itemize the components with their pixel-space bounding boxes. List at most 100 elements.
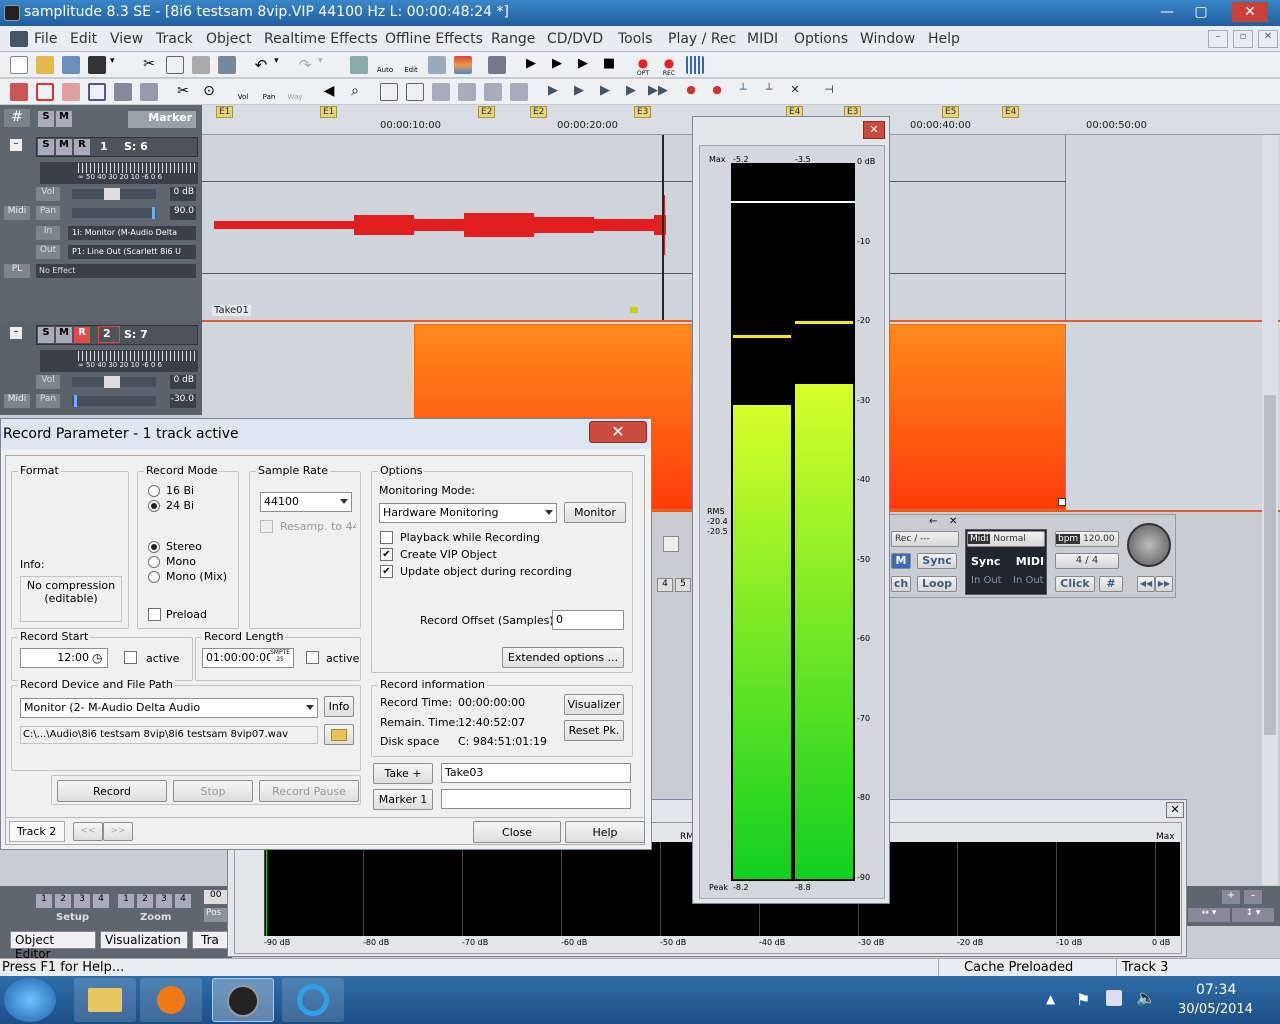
marker-e5[interactable]: E5 [942,106,960,118]
close-button[interactable]: ✕ [1232,2,1268,22]
menu-realtime-effects[interactable]: Realtime Effects [264,31,378,47]
take-plus-button[interactable]: Take + [373,763,433,784]
track2-solo-button[interactable]: S [38,327,54,343]
analyzer-close-icon[interactable]: ✕ [1166,802,1184,818]
help-button[interactable]: Help [565,821,645,843]
metronome-icon[interactable] [488,56,506,74]
zoom-2-button[interactable]: 2 [137,894,153,908]
prev-track-button[interactable]: << [73,822,103,841]
close-dialog-button[interactable]: Close [473,821,561,843]
track1-collapse-icon[interactable]: – [10,139,22,151]
open-folder-icon[interactable] [36,56,54,74]
marker-button[interactable]: Marker [128,111,196,128]
clock-date[interactable]: 30/05/2014 [1178,1002,1253,1017]
menu-track[interactable]: Track [156,31,193,47]
explorer-taskbar-icon[interactable] [74,978,136,1022]
tab-object-editor[interactable]: Object Editor [10,931,96,961]
zoom-width-icon[interactable]: ↔ ▾ [1188,908,1230,922]
link-icon[interactable] [484,83,502,101]
vol-tool-icon[interactable]: Vol [234,83,252,101]
preload-checkbox[interactable] [148,608,161,621]
track1-input-select[interactable]: 1I: Monitor (M-Audio Delta [68,226,196,240]
search-icon[interactable]: ⌕ [346,83,364,101]
action-center-icon[interactable]: ⚑ [1076,990,1090,1009]
track1-mute-button[interactable]: M [56,139,72,155]
marker-e3[interactable]: E3 [634,106,652,118]
zoom-3-button[interactable]: 3 [156,894,172,908]
mixer-icon[interactable] [686,56,704,74]
browse-folder-button[interactable] [324,724,354,745]
transport-hash-button[interactable]: # [1099,576,1123,592]
monitor-button[interactable]: Monitor [564,502,626,523]
multi-tool-icon[interactable] [114,83,132,101]
click-button[interactable]: Click [1055,576,1095,592]
rewind-button[interactable]: ◀◀ [1137,576,1155,592]
menu-offline-effects[interactable]: Offline Effects [385,31,483,47]
sample-rate-select[interactable]: 44100 [260,492,352,512]
menu-help[interactable]: Help [928,31,960,47]
end-icon[interactable]: ▶▶ [648,83,668,101]
menu-options[interactable]: Options [794,31,848,47]
object-resize-handle[interactable] [1058,498,1066,506]
object-next-icon[interactable]: ▶ [622,83,640,101]
copy-icon[interactable] [166,56,184,74]
zoom-4-button[interactable]: 4 [175,894,191,908]
track1-record-button[interactable]: R [74,139,90,155]
tray-expand-icon[interactable]: ▲ [1046,992,1055,1006]
track1-pan-slider[interactable] [72,207,156,219]
menu-file[interactable]: File [34,31,57,47]
bits-24-radio[interactable] [148,500,160,512]
header-mute-button[interactable]: M [56,111,72,127]
cut-icon[interactable]: ✂ [140,56,158,74]
marker-e2-b[interactable]: E2 [530,106,548,118]
punch-out-icon[interactable]: ● [708,83,726,101]
internet-explorer-taskbar-icon[interactable] [282,978,344,1022]
record-length-active-checkbox[interactable] [306,651,319,664]
track1-pl-button[interactable]: PL [4,264,30,278]
redo-dropdown-icon[interactable]: ▾ [318,56,330,74]
play-range-icon[interactable]: ▶ [574,56,592,74]
save-icon[interactable] [88,56,106,74]
project-icon[interactable] [428,56,446,74]
stop-button[interactable]: Stop [173,780,253,802]
bits-16-radio[interactable] [148,485,160,497]
start-button-icon[interactable] [4,978,56,1022]
menu-range[interactable]: Range [491,31,535,47]
marker-e1[interactable]: E1 [216,106,234,118]
track2-midi-button[interactable]: Midi [4,394,30,408]
marker-e2[interactable]: E2 [478,106,496,118]
transport-ch-button[interactable]: ch [891,576,911,592]
page-5-button[interactable]: 5 [675,578,691,592]
menu-edit[interactable]: Edit [70,31,97,47]
menu-object[interactable]: Object [206,31,252,47]
transport-m-button[interactable]: M [891,553,911,569]
maximize-button[interactable]: ▢ [1186,2,1216,22]
transport-back-icon[interactable]: ← [929,516,937,527]
create-vip-checkbox[interactable]: ✔ [380,548,393,561]
marker-1-button[interactable]: Marker 1 [373,789,433,810]
track2-mute-button[interactable]: M [56,327,72,343]
scissors-icon[interactable]: ✂ [174,83,192,101]
visualizer-button[interactable]: Visualizer [564,694,624,715]
track2-collapse-icon[interactable]: – [10,327,22,339]
stop-square-icon[interactable] [663,536,679,552]
menu-view[interactable]: View [110,31,143,47]
curve-tool-icon[interactable] [140,83,158,101]
record-pause-button[interactable]: Record Pause [259,780,359,802]
vertical-scrollbar[interactable] [1262,135,1278,885]
setup-1-button[interactable]: 1 [36,894,52,908]
tab-track[interactable]: Tra [192,931,232,949]
marker-name-input[interactable] [441,789,631,809]
tab-visualization[interactable]: Visualization [100,931,188,949]
reset-peak-button[interactable]: Reset Pk. [564,720,624,741]
menu-cd-dvd[interactable]: CD/DVD [547,31,603,47]
edit-icon[interactable]: Edit [402,56,420,74]
object-select-icon[interactable] [88,83,106,101]
play-from-start-icon[interactable]: ▶ [522,56,540,74]
crossfade-icon[interactable] [432,83,450,101]
punch-in-icon[interactable]: ● [682,83,700,101]
record-button[interactable]: Record [57,780,167,802]
menu-window[interactable]: Window [860,31,915,47]
network-icon[interactable] [1106,990,1122,1006]
track1-midi-button[interactable]: Midi [4,206,30,220]
